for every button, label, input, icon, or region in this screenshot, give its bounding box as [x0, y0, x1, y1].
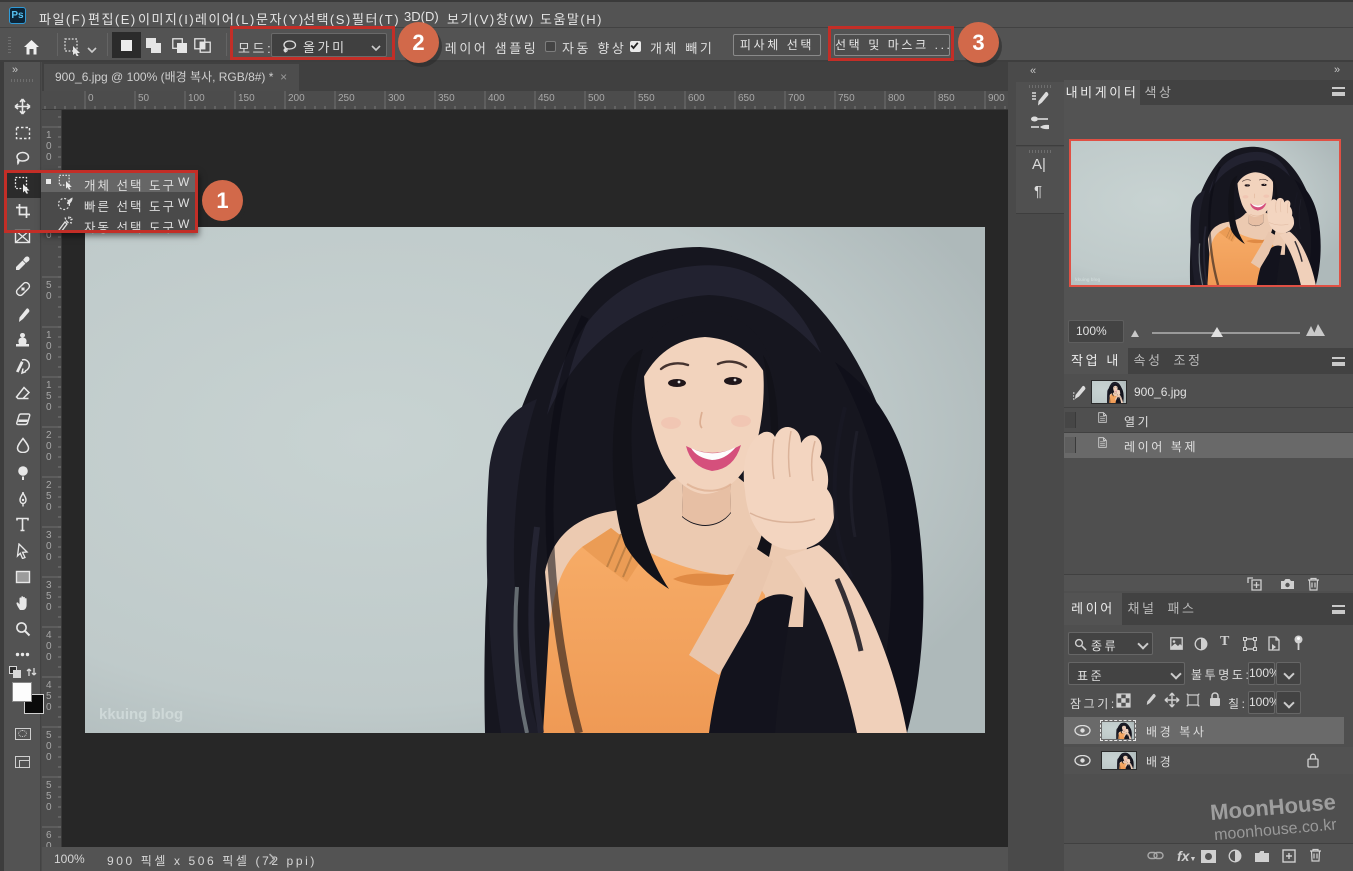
svg-text:0: 0: [46, 741, 52, 752]
svg-text:0: 0: [46, 541, 52, 552]
svg-text:650: 650: [738, 93, 755, 104]
svg-text:0: 0: [46, 602, 52, 613]
svg-text:50: 50: [138, 93, 150, 104]
svg-text:5: 5: [46, 491, 52, 502]
svg-text:550: 550: [638, 93, 655, 104]
svg-text:0: 0: [46, 352, 52, 363]
svg-text:0: 0: [46, 702, 52, 713]
svg-text:5: 5: [46, 780, 52, 791]
svg-text:3: 3: [46, 580, 52, 591]
svg-text:1: 1: [46, 130, 52, 141]
svg-text:800: 800: [888, 93, 905, 104]
svg-text:5: 5: [46, 730, 52, 741]
svg-text:5: 5: [46, 691, 52, 702]
svg-text:2: 2: [46, 430, 52, 441]
svg-text:5: 5: [46, 280, 52, 291]
svg-text:4: 4: [46, 630, 52, 641]
svg-text:400: 400: [488, 93, 505, 104]
svg-text:0: 0: [46, 641, 52, 652]
svg-text:850: 850: [938, 93, 955, 104]
svg-text:1: 1: [46, 380, 52, 391]
svg-text:700: 700: [788, 93, 805, 104]
svg-text:150: 150: [238, 93, 255, 104]
svg-text:5: 5: [46, 591, 52, 602]
svg-text:0: 0: [46, 341, 52, 352]
svg-text:450: 450: [538, 93, 555, 104]
svg-text:200: 200: [288, 93, 305, 104]
svg-text:0: 0: [46, 291, 52, 302]
svg-text:0: 0: [46, 652, 52, 663]
svg-text:0: 0: [88, 93, 94, 104]
svg-text:300: 300: [388, 93, 405, 104]
svg-text:5: 5: [46, 791, 52, 802]
svg-text:0: 0: [46, 452, 52, 463]
svg-text:6: 6: [46, 830, 52, 841]
svg-text:0: 0: [46, 441, 52, 452]
svg-text:250: 250: [338, 93, 355, 104]
svg-text:750: 750: [838, 93, 855, 104]
svg-text:600: 600: [688, 93, 705, 104]
svg-text:3: 3: [46, 530, 52, 541]
svg-text:100: 100: [188, 93, 205, 104]
svg-text:0: 0: [46, 502, 52, 513]
svg-text:0: 0: [46, 152, 52, 163]
svg-text:0: 0: [46, 552, 52, 563]
svg-text:900: 900: [988, 93, 1005, 104]
svg-text:5: 5: [46, 391, 52, 402]
svg-text:4: 4: [46, 680, 52, 691]
svg-text:0: 0: [46, 141, 52, 152]
svg-text:1: 1: [46, 330, 52, 341]
svg-text:350: 350: [438, 93, 455, 104]
svg-text:2: 2: [46, 480, 52, 491]
svg-text:0: 0: [46, 402, 52, 413]
svg-text:0: 0: [46, 802, 52, 813]
svg-text:0: 0: [46, 752, 52, 763]
svg-text:500: 500: [588, 93, 605, 104]
svg-text:0: 0: [46, 110, 52, 113]
